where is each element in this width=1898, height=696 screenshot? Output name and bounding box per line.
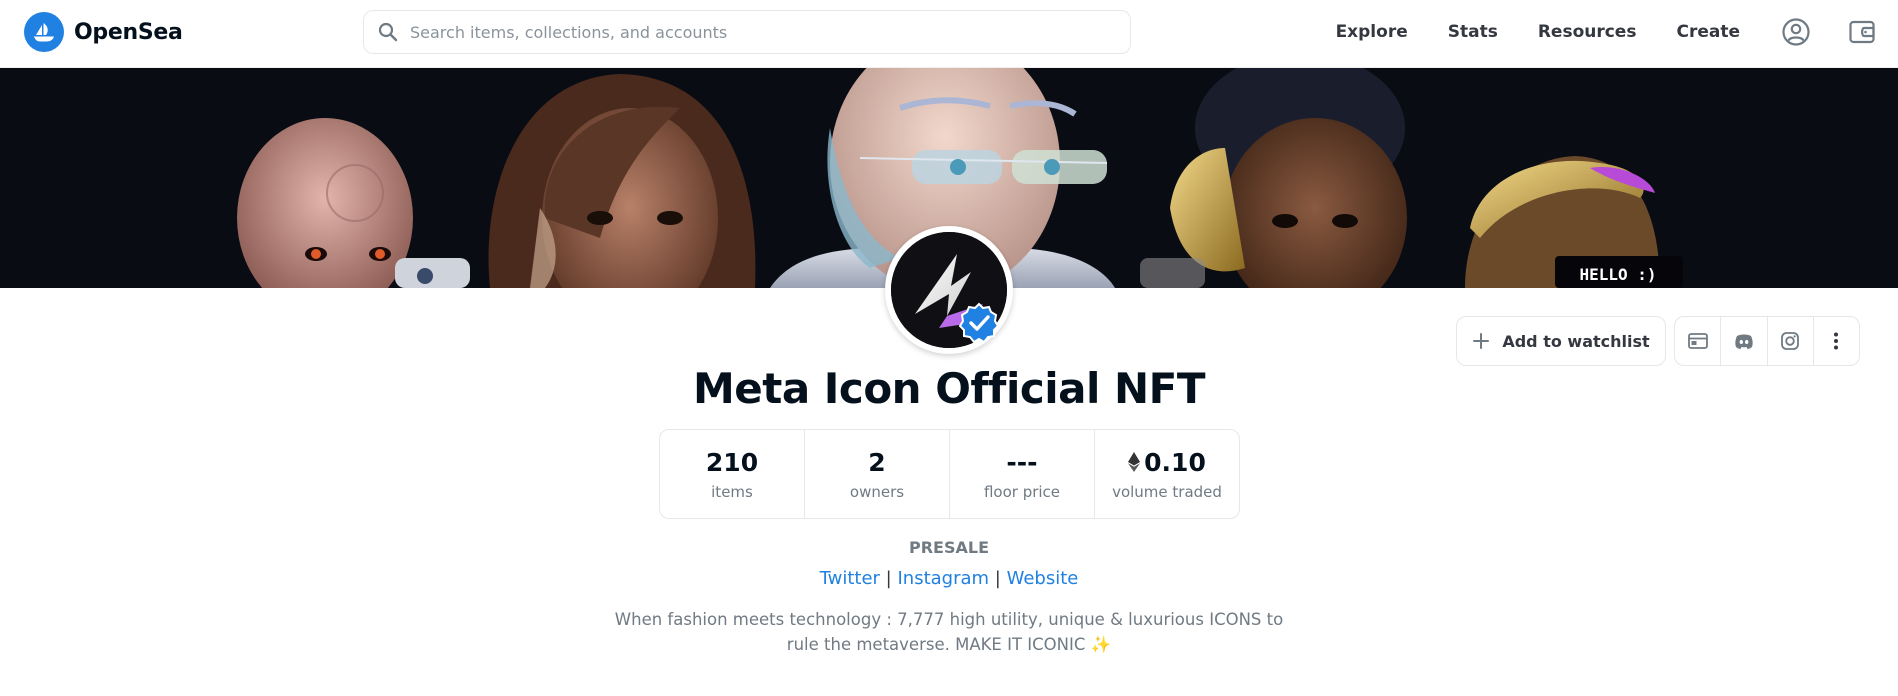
website-link[interactable]: Website [1007, 568, 1079, 589]
opensea-logo[interactable]: OpenSea [24, 12, 183, 52]
opensea-logo-icon [24, 12, 64, 52]
collection-description: When fashion meets technology : 7,777 hi… [614, 610, 1284, 654]
collection-stats: 210 items 2 owners --- floor price 0.10 … [659, 429, 1240, 519]
verified-badge-icon [958, 302, 1000, 344]
brand-name: OpenSea [74, 19, 183, 45]
search-icon [378, 22, 398, 42]
social-links-group [1674, 316, 1860, 366]
top-navbar: OpenSea Explore Stats Resources Create [0, 0, 1898, 68]
search-bar[interactable] [363, 10, 1131, 54]
collection-links: Twitter | Instagram | Website [0, 568, 1898, 589]
stat-volume-traded[interactable]: 0.10 volume traded [1095, 430, 1239, 518]
wallet-icon[interactable] [1846, 16, 1878, 48]
website-icon[interactable] [1675, 317, 1722, 365]
stat-volume-value: 0.10 [1144, 447, 1206, 477]
stat-items-label: items [711, 482, 753, 501]
stat-floor-price-label: floor price [983, 482, 1061, 501]
twitter-link[interactable]: Twitter [820, 568, 880, 589]
collection-title: Meta Icon Official NFT [692, 364, 1206, 413]
watchlist-label: Add to watchlist [1502, 331, 1650, 351]
nav-resources[interactable]: Resources [1538, 22, 1637, 42]
instagram-icon[interactable] [1768, 317, 1814, 365]
presale-label: PRESALE [908, 538, 989, 557]
stat-owners-label: owners [849, 482, 905, 501]
add-to-watchlist-button[interactable]: Add to watchlist [1456, 316, 1666, 366]
stat-owners[interactable]: 2 owners [805, 430, 950, 518]
instagram-link[interactable]: Instagram [897, 568, 989, 589]
stat-volume-value-row: 0.10 [1128, 448, 1206, 477]
link-separator: | [994, 568, 1001, 589]
plus-icon [1473, 333, 1490, 349]
stat-items-value: 210 [705, 447, 759, 477]
discord-icon[interactable] [1721, 317, 1768, 365]
stat-owners-value: 2 [868, 447, 886, 477]
stat-items[interactable]: 210 items [660, 430, 805, 518]
nav-stats[interactable]: Stats [1448, 22, 1498, 42]
nav-explore[interactable]: Explore [1336, 22, 1408, 42]
stat-volume-label: volume traded [1112, 482, 1222, 501]
search-input[interactable] [410, 22, 1090, 42]
link-separator: | [885, 568, 892, 589]
ethereum-icon [1128, 452, 1141, 472]
account-icon[interactable] [1780, 16, 1812, 48]
main-nav: Explore Stats Resources Create [1336, 0, 1898, 64]
more-options-icon[interactable] [1814, 317, 1859, 365]
stat-floor-price-value: --- [1006, 447, 1038, 477]
stat-floor-price[interactable]: --- floor price [950, 430, 1095, 518]
nav-create[interactable]: Create [1676, 22, 1740, 42]
banner-hello-text: HELLO :) [1579, 265, 1656, 284]
